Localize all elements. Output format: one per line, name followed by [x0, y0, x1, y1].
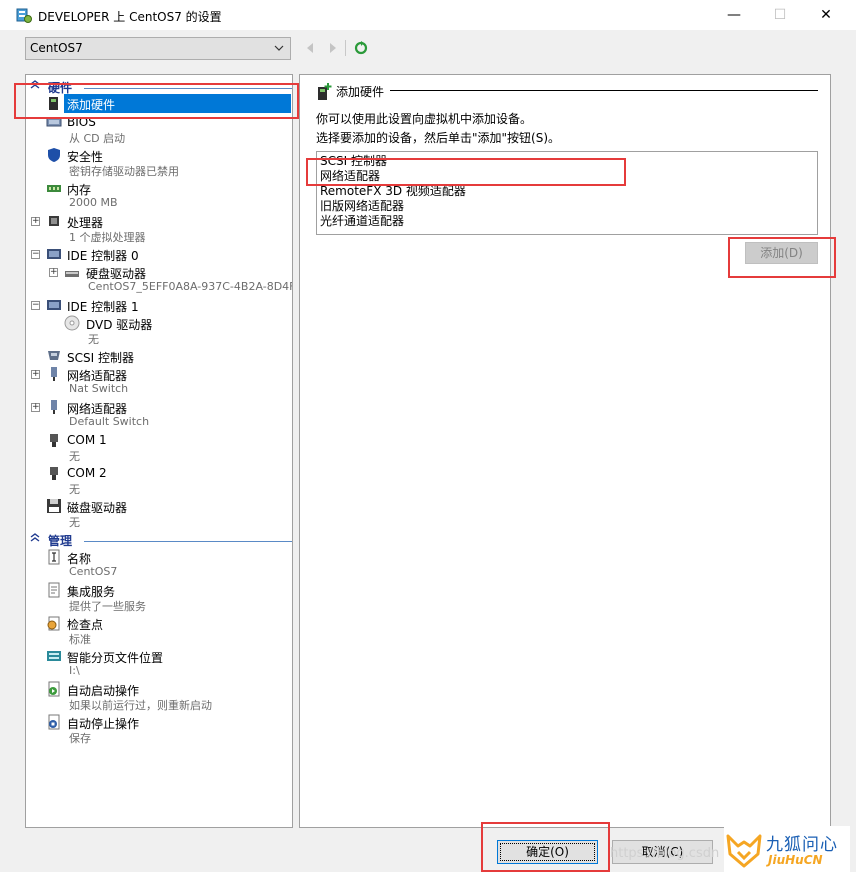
- brand-name-en: JiuHuCN: [768, 853, 823, 867]
- device-option-fibre-channel[interactable]: 光纤通道适配器: [320, 214, 814, 229]
- sidebar-item-detail: 2000 MB: [69, 196, 118, 209]
- name-tag-icon: [48, 549, 60, 565]
- section-divider: [84, 88, 292, 89]
- vm-selector-value: CentOS7: [30, 41, 83, 55]
- sidebar-item-label: COM 2: [67, 466, 107, 480]
- sidebar-item-detail: 保存: [69, 732, 91, 745]
- window-title: DEVELOPER 上 CentOS7 的设置: [38, 10, 222, 24]
- section-divider: [84, 541, 292, 542]
- sidebar-item-label: COM 1: [67, 433, 107, 447]
- close-button[interactable]: ✕: [803, 0, 849, 30]
- smart-paging-icon: [47, 651, 61, 661]
- sidebar-item-detail: CentOS7_5EFF0A8A-937C-4B2A-8D4F...: [88, 280, 293, 293]
- vertical-scrollbar[interactable]: [831, 74, 848, 828]
- sidebar-item-detail: 无: [69, 483, 80, 496]
- sidebar-item-detail: CentOS7: [69, 565, 118, 578]
- vm-settings-icon: [16, 8, 32, 23]
- expand-icon[interactable]: +: [31, 403, 40, 412]
- maximize-button[interactable]: ☐: [757, 0, 803, 30]
- sidebar-item-label: IDE 控制器 0: [67, 249, 139, 263]
- expand-icon[interactable]: +: [31, 370, 40, 379]
- expand-icon[interactable]: +: [49, 268, 58, 277]
- ok-button-label: 确定(O): [526, 845, 569, 859]
- integration-services-icon: [48, 582, 60, 598]
- sidebar-item-detail: 无: [88, 333, 99, 346]
- sidebar-item-label: IDE 控制器 1: [67, 300, 139, 314]
- dvd-disc-icon: [64, 315, 80, 331]
- device-listbox[interactable]: SCSI 控制器 网络适配器 RemoteFX 3D 视频适配器 旧版网络适配器…: [316, 151, 818, 235]
- add-hardware-icon: [318, 83, 332, 100]
- ide-controller-icon: [47, 300, 61, 310]
- hardware-section-header[interactable]: 硬件: [26, 77, 292, 95]
- add-hardware-icon: [49, 97, 58, 110]
- scsi-controller-icon: [48, 351, 60, 360]
- ok-button[interactable]: 确定(O): [497, 840, 598, 864]
- sidebar-item-detail: 提供了一些服务: [69, 600, 146, 613]
- network-adapter-icon: [51, 400, 57, 414]
- panel-title: 添加硬件: [336, 85, 385, 99]
- settings-tree: 硬件 添加硬件 BIOS 从 CD 启动 安全性 密钥存储驱动器已禁用 内存 2…: [25, 74, 293, 828]
- expand-icon[interactable]: +: [31, 217, 40, 226]
- floppy-disk-icon: [47, 499, 61, 513]
- sidebar-item-detail: 如果以前运行过，则重新启动: [69, 699, 212, 712]
- com-port-icon: [50, 434, 58, 447]
- hard-drive-icon: [65, 271, 79, 277]
- device-option-remotefx[interactable]: RemoteFX 3D 视频适配器: [320, 184, 814, 199]
- sidebar-item-detail: Default Switch: [69, 415, 150, 428]
- com-port-icon: [50, 467, 58, 480]
- watermark-text: https://blog.csdn: [610, 846, 720, 861]
- minimize-button[interactable]: —: [711, 0, 757, 30]
- shield-icon: [48, 148, 60, 162]
- device-option-legacy-network[interactable]: 旧版网络适配器: [320, 199, 814, 214]
- brand-name-cn: 九狐问心: [766, 835, 838, 855]
- brand-watermark: 九狐问心 JiuHuCN: [724, 826, 850, 872]
- sidebar-item-detail: 标准: [69, 633, 91, 646]
- memory-icon: [47, 185, 61, 192]
- collapse-icon[interactable]: −: [31, 301, 40, 310]
- sidebar-item-detail: Nat Switch: [69, 382, 129, 395]
- device-option-network-adapter[interactable]: 网络适配器: [320, 169, 814, 184]
- add-hardware-panel: 添加硬件 你可以使用此设置向虚拟机中添加设备。 选择要添加的设备，然后单击"添加…: [299, 74, 831, 828]
- checkpoint-icon: [47, 616, 60, 631]
- fox-logo-icon: [726, 834, 762, 868]
- collapse-chevron-icon: [30, 80, 40, 89]
- sidebar-item-detail: 无: [69, 516, 80, 529]
- collapse-icon[interactable]: −: [31, 250, 40, 259]
- chevron-down-icon: [274, 45, 284, 51]
- sidebar-item-detail: 密钥存储驱动器已禁用: [69, 165, 179, 178]
- sidebar-item-label: BIOS: [67, 115, 96, 129]
- toolbar-separator: [345, 40, 346, 56]
- panel-instruction: 选择要添加的设备，然后单击"添加"按钮(S)。: [316, 131, 561, 145]
- sidebar-item-label: SCSI 控制器: [67, 351, 134, 365]
- title-divider: [390, 90, 818, 91]
- management-header-label: 管理: [48, 534, 73, 548]
- auto-stop-icon: [48, 714, 60, 730]
- sidebar-item-label: 智能分页文件位置: [67, 651, 164, 665]
- back-arrow-icon[interactable]: [302, 40, 318, 56]
- add-button[interactable]: 添加(D): [745, 242, 818, 264]
- auto-start-icon: [48, 681, 60, 697]
- refresh-icon[interactable]: [353, 40, 369, 56]
- vm-selector[interactable]: CentOS7: [25, 37, 291, 60]
- title-bar: DEVELOPER 上 CentOS7 的设置 — ☐ ✕: [0, 0, 856, 30]
- management-section-header[interactable]: 管理: [26, 530, 292, 548]
- sidebar-item-detail: I:\: [69, 664, 80, 677]
- ide-controller-icon: [47, 249, 61, 259]
- device-option-scsi[interactable]: SCSI 控制器: [320, 154, 814, 169]
- sidebar-item-detail: 无: [69, 450, 80, 463]
- forward-arrow-icon[interactable]: [325, 40, 341, 56]
- processor-icon: [49, 216, 59, 226]
- sidebar-item-label: 添加硬件: [67, 98, 116, 112]
- panel-description: 你可以使用此设置向虚拟机中添加设备。: [316, 112, 533, 126]
- sidebar-item-detail: 从 CD 启动: [69, 132, 126, 145]
- collapse-chevron-icon: [30, 533, 40, 542]
- bios-chip-icon: [46, 117, 62, 127]
- sidebar-item-detail: 1 个虚拟处理器: [69, 231, 146, 244]
- network-adapter-icon: [51, 367, 57, 381]
